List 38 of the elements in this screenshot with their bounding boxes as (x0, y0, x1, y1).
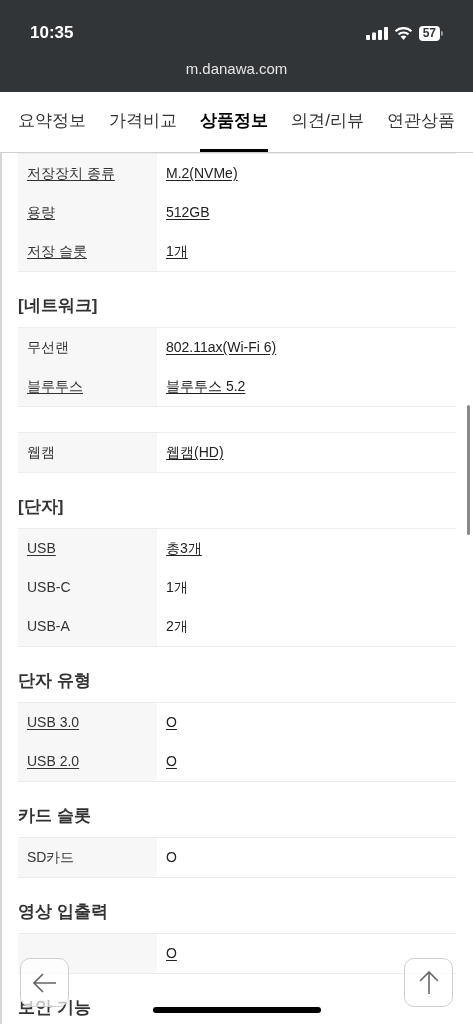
nav-tab[interactable]: 의견/리뷰 (291, 92, 364, 152)
spec-value-link[interactable]: 512GB (166, 202, 210, 223)
spec-value: 1개 (166, 578, 188, 597)
scroll-top-button[interactable] (404, 958, 453, 1007)
url-text[interactable]: m.danawa.com (185, 58, 288, 81)
spec-value-link[interactable]: 웹캠(HD) (166, 442, 224, 463)
section-heading: 카드 슬롯 (18, 805, 91, 827)
nav-tab[interactable]: 상품정보 (200, 92, 269, 152)
nav-tab[interactable]: 가격비교 (109, 92, 178, 152)
spec-label: USB-A (27, 617, 70, 636)
spec-value-link[interactable]: 블루투스 5.2 (166, 376, 246, 397)
signal-icon (365, 26, 388, 40)
section-heading: [단자] (18, 496, 64, 518)
battery-indicator: 57 (418, 25, 443, 41)
spec-label-link[interactable]: USB (27, 538, 56, 559)
spec-value-link[interactable]: M.2(NVMe) (166, 163, 238, 184)
spec-value-link[interactable]: 802.11ax(Wi-Fi 6) (166, 337, 277, 358)
spec-value: 2개 (166, 617, 188, 636)
spec-value-link[interactable]: O (166, 751, 177, 772)
spec-label: 웹캠 (27, 443, 55, 462)
section-heading: 단자 유형 (18, 670, 91, 692)
spec-value-link[interactable]: O (166, 943, 177, 964)
status-time: 10:35 (30, 22, 74, 45)
up-arrow-icon (418, 970, 439, 995)
spec-label: USB-C (27, 578, 71, 597)
wifi-icon (393, 26, 413, 40)
spec-label: SD카드 (27, 848, 75, 867)
spec-label: 무선랜 (27, 338, 69, 357)
spec-value: O (166, 848, 177, 867)
spec-value-link[interactable]: O (166, 712, 177, 733)
section-heading: [네트워크] (18, 295, 98, 317)
spec-label-link[interactable]: 용량 (27, 202, 55, 223)
spec-value-link[interactable]: 1개 (166, 241, 188, 262)
section-heading: 영상 입출력 (18, 901, 108, 923)
nav-tab[interactable]: 연관상품 (387, 92, 455, 152)
spec-value-link[interactable]: 총3개 (166, 538, 202, 559)
nav-tab[interactable]: 요약정보 (18, 92, 86, 152)
left-arrow-icon (32, 972, 57, 993)
